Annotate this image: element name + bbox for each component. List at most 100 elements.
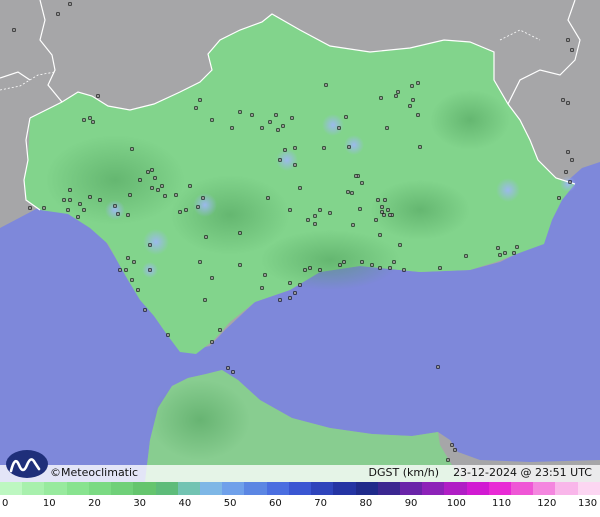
station-marker: [82, 118, 86, 122]
station-marker: [238, 110, 242, 114]
station-marker: [143, 308, 147, 312]
station-marker: [450, 443, 454, 447]
color-scale-tick-label: 60: [269, 498, 282, 509]
station-marker: [126, 213, 130, 217]
station-marker: [318, 208, 322, 212]
color-swatch: [44, 482, 67, 495]
map-caption: DGST (km/h) 23-12-2024 @ 23:51 UTC: [369, 466, 592, 480]
station-marker: [568, 180, 572, 184]
station-marker: [196, 205, 200, 209]
station-marker: [436, 365, 440, 369]
station-marker: [194, 106, 198, 110]
copyright-text: ©Meteoclimatic: [50, 466, 139, 479]
station-marker: [496, 246, 500, 250]
weather-map-view: ©Meteoclimatic DGST (km/h) 23-12-2024 @ …: [0, 0, 600, 517]
station-marker: [283, 148, 287, 152]
station-marker: [354, 174, 358, 178]
color-swatch: [199, 482, 223, 495]
color-scale-legend: 0 10 20 30 40 50 60 70 80 90 100 110 120 130: [0, 482, 600, 517]
station-marker: [394, 94, 398, 98]
station-marker: [293, 291, 297, 295]
station-marker: [12, 28, 16, 32]
station-marker: [278, 158, 282, 162]
caption-datetime: 23-12-2024 @ 23:51 UTC: [453, 466, 592, 479]
station-marker: [566, 150, 570, 154]
station-marker: [386, 208, 390, 212]
station-marker: [378, 266, 382, 270]
station-marker: [344, 115, 348, 119]
station-marker: [174, 193, 178, 197]
station-marker: [370, 263, 374, 267]
station-marker: [218, 328, 222, 332]
station-marker: [293, 163, 297, 167]
color-scale-tick-label: 30: [133, 498, 147, 509]
station-marker: [346, 190, 350, 194]
station-marker: [138, 178, 142, 182]
color-swatch: [177, 482, 200, 495]
station-marker: [276, 128, 280, 132]
station-marker: [274, 113, 278, 117]
station-marker: [416, 81, 420, 85]
station-marker: [42, 206, 46, 210]
station-marker: [376, 198, 380, 202]
station-marker: [266, 196, 270, 200]
station-marker: [88, 116, 92, 120]
station-marker: [338, 263, 342, 267]
station-marker: [113, 204, 117, 208]
station-marker: [146, 170, 150, 174]
station-marker: [453, 448, 457, 452]
station-marker: [298, 186, 302, 190]
station-marker: [263, 273, 267, 277]
station-marker: [290, 116, 294, 120]
station-marker: [230, 126, 234, 130]
station-marker: [398, 243, 402, 247]
station-marker: [382, 213, 386, 217]
station-marker: [418, 145, 422, 149]
station-marker: [136, 288, 140, 292]
color-swatch: [466, 482, 489, 495]
station-marker: [288, 281, 292, 285]
color-swatch: [511, 482, 534, 495]
station-marker: [184, 208, 188, 212]
color-scale-tick-label: 50: [223, 498, 237, 509]
station-marker: [416, 113, 420, 117]
station-marker: [188, 184, 192, 188]
station-marker: [379, 96, 383, 100]
station-marker: [561, 98, 565, 102]
station-marker: [383, 198, 387, 202]
station-marker: [160, 184, 164, 188]
station-marker: [210, 276, 214, 280]
station-marker: [464, 254, 468, 258]
color-swatch: [377, 482, 400, 495]
color-swatch: [533, 482, 556, 495]
color-swatch: [22, 482, 45, 495]
station-marker: [306, 218, 310, 222]
station-marker: [68, 188, 72, 192]
station-marker: [163, 194, 167, 198]
station-marker: [198, 260, 202, 264]
station-marker: [347, 145, 351, 149]
station-marker: [328, 211, 332, 215]
station-marker: [566, 101, 570, 105]
station-marker: [150, 186, 154, 190]
station-marker: [288, 208, 292, 212]
station-marker: [570, 48, 574, 52]
station-marker: [378, 233, 382, 237]
wind-gust-map: [0, 0, 600, 482]
station-marker: [337, 126, 341, 130]
station-marker: [260, 126, 264, 130]
station-marker: [98, 198, 102, 202]
station-marker: [210, 118, 214, 122]
station-marker: [238, 231, 242, 235]
station-marker: [308, 266, 312, 270]
station-marker: [124, 268, 128, 272]
station-marker: [28, 206, 32, 210]
station-marker: [388, 266, 392, 270]
station-marker: [278, 298, 282, 302]
color-scale-tick-label: 80: [359, 498, 373, 509]
station-marker: [201, 196, 205, 200]
station-marker: [392, 260, 396, 264]
station-marker: [408, 104, 412, 108]
station-marker: [166, 333, 170, 337]
station-marker: [250, 113, 254, 117]
